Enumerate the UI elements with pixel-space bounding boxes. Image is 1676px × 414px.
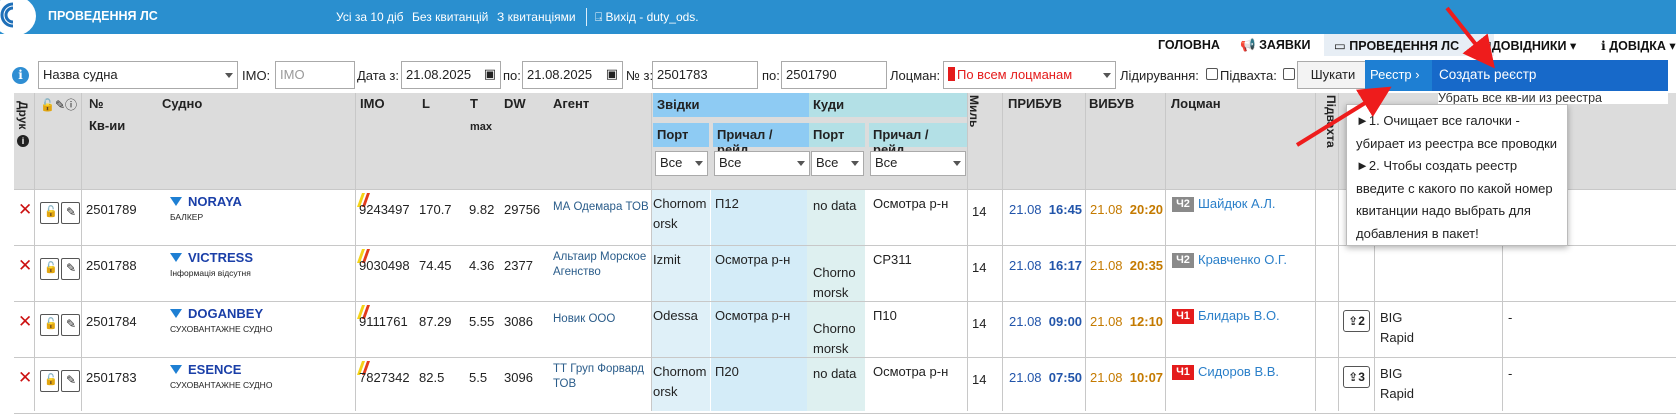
arrow-to-registry-button: [1295, 86, 1392, 147]
arrow-to-create-registry: [1445, 6, 1495, 69]
annotation-arrows: [1295, 6, 1495, 147]
